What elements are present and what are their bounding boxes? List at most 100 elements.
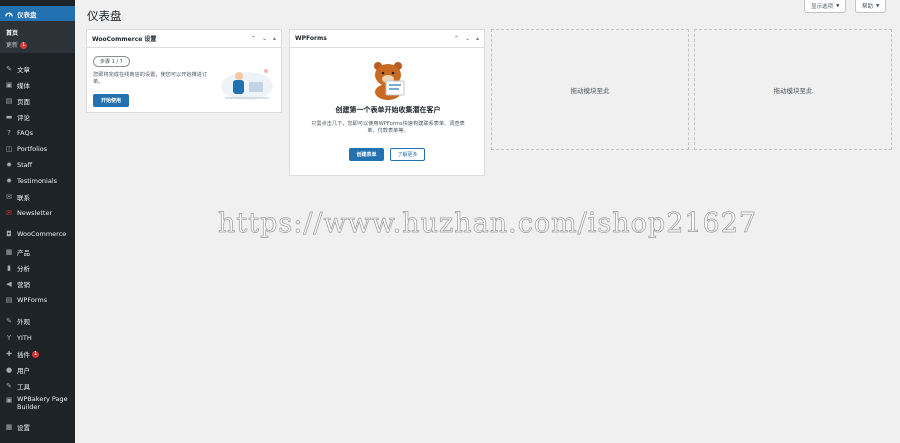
collapse-toggle-icon[interactable]: ▴	[476, 35, 479, 42]
sidebar-item-staff[interactable]: ✸ Staff	[0, 158, 75, 172]
sidebar-item-label: 文章	[17, 66, 30, 74]
sidebar-item-label: 营销	[17, 281, 30, 289]
sidebar-item-analytics[interactable]: ▮ 分析	[0, 261, 75, 275]
pin-icon: ✎	[6, 65, 12, 73]
sidebar-item-label: Staff	[17, 161, 33, 169]
caret-down-icon: ▼	[836, 3, 840, 9]
media-icon: ▣	[5, 81, 13, 89]
sidebar-item-label: 分析	[17, 265, 30, 273]
comment-icon: ▬	[5, 113, 13, 121]
move-up-icon[interactable]: ⌃	[454, 35, 459, 42]
move-down-icon[interactable]: ⌄	[465, 35, 470, 42]
wpforms-bear-mascot-icon	[374, 62, 405, 100]
sidebar-item-wpforms[interactable]: ▤ WPForms	[0, 293, 75, 307]
submenu-updates[interactable]: 更新 1	[6, 40, 28, 49]
widget-title: WooCommerce 设置	[92, 36, 157, 43]
widget-controls: ⌃ ⌄ ▴	[454, 35, 479, 42]
sidebar-item-label: WPForms	[17, 296, 48, 304]
woo-icon: ◘	[6, 230, 12, 238]
sidebar-item-label: 联系	[17, 194, 30, 202]
setup-illustration	[221, 69, 273, 100]
megaphone-icon: ◀	[6, 280, 12, 288]
wrench-icon: ✎	[6, 382, 12, 390]
builder-icon: ▣	[5, 396, 13, 404]
woocommerce-setup-widget: WooCommerce 设置 ⌃ ⌄ ▴ 步骤 1 / 7 您即将完成在线商店的…	[86, 29, 282, 113]
mail-icon: ✉	[6, 193, 12, 201]
sidebar-item-yith[interactable]: Y YITH	[0, 331, 75, 345]
submenu-home[interactable]: 首页	[6, 28, 18, 37]
drop-zone: 拖动模块至此	[694, 29, 892, 150]
forms-icon: ▤	[5, 296, 13, 304]
page-title: 仪表盘	[87, 9, 122, 23]
sidebar-item-plugins[interactable]: ✚ 插件 1	[0, 347, 75, 361]
sidebar-item-label: 工具	[17, 383, 30, 391]
user-icon: ●	[5, 366, 13, 374]
page-icon: ▤	[5, 97, 13, 105]
step-text: 步骤 1 / 7	[100, 59, 123, 65]
sidebar-item-faqs[interactable]: ? FAQs	[0, 126, 75, 140]
sidebar-item-contact[interactable]: ✉ 联系	[0, 190, 75, 204]
sidebar-item-label: Testimonials	[17, 177, 58, 185]
dashboard-submenu: 首页 更新 1	[0, 21, 75, 53]
submenu-updates-label: 更新	[6, 42, 19, 49]
learn-more-button[interactable]: 了解更多	[390, 148, 425, 161]
move-down-icon[interactable]: ⌄	[262, 35, 267, 42]
sidebar-item-label: YITH	[17, 334, 32, 342]
drop-zone-label: 拖动模块至此	[773, 86, 813, 95]
sidebar-item-label: Portfolios	[17, 145, 48, 153]
drop-zone: 拖动模块至此	[491, 29, 689, 150]
testimonial-icon: ✸	[6, 177, 12, 185]
sidebar-item-users[interactable]: ● 用户	[0, 363, 75, 377]
sidebar-item-label: 插件	[17, 351, 30, 359]
sidebar-item-settings[interactable]: ▦ 设置	[0, 420, 75, 434]
sidebar-item-posts[interactable]: ✎ 文章	[0, 62, 75, 76]
watermark: https://www.huzhan.com/ishop21627	[218, 208, 758, 240]
wpforms-heading: 创建第一个表单开始收集潜在客户	[335, 106, 441, 114]
sidebar-item-newsletter[interactable]: ✉ Newsletter	[0, 206, 75, 220]
plugins-badge: 1	[32, 350, 40, 358]
sidebar-item-pages[interactable]: ▤ 页面	[0, 94, 75, 108]
newsletter-icon: ✉	[6, 209, 12, 217]
sidebar-item-label: WPBakery Page Builder	[17, 395, 68, 411]
sidebar-item-label: FAQs	[17, 129, 33, 137]
sidebar-item-wpbakery[interactable]: ▣ WPBakery Page Builder	[0, 395, 75, 417]
step-indicator: 步骤 1 / 7	[93, 56, 130, 67]
sidebar-item-label: 评论	[17, 114, 30, 122]
drop-zone-label: 拖动模块至此	[570, 86, 610, 95]
plugin-icon: ✚	[6, 350, 12, 358]
widget-header: WooCommerce 设置 ⌃ ⌄ ▴	[87, 30, 281, 48]
brush-icon: ✎	[6, 317, 12, 325]
widget-header: WPForms ⌃ ⌄ ▴	[290, 30, 484, 48]
create-form-button[interactable]: 创建表单	[349, 148, 384, 161]
sidebar-item-woocommerce[interactable]: ◘ WooCommerce	[0, 227, 75, 241]
sidebar-item-label: Newsletter	[17, 209, 53, 217]
chart-icon: ▮	[7, 264, 11, 272]
sidebar-item-label: 设置	[17, 424, 30, 432]
sidebar-item-media[interactable]: ▣ 媒体	[0, 78, 75, 92]
portfolio-icon: ◫	[5, 145, 13, 153]
sidebar-item-dashboard[interactable]: 仪表盘	[0, 6, 75, 21]
move-up-icon[interactable]: ⌃	[251, 35, 256, 42]
sidebar-item-appearance[interactable]: ✎ 外观	[0, 314, 75, 328]
sidebar-item-label: 外观	[17, 318, 30, 326]
help-label: 帮助	[862, 4, 874, 10]
screen-options-button[interactable]: 显示选项 ▼	[804, 0, 847, 13]
sidebar-item-portfolios[interactable]: ◫ Portfolios	[0, 142, 75, 156]
setup-description: 您即将完成在线商店的设置，使您可以开始推进订单。	[93, 72, 208, 85]
sidebar-item-label: 页面	[17, 98, 30, 106]
sidebar-item-products[interactable]: ▦ 产品	[0, 245, 75, 259]
sidebar-item-comments[interactable]: ▬ 评论	[0, 110, 75, 124]
yith-icon: Y	[6, 334, 12, 342]
widget-controls: ⌃ ⌄ ▴	[251, 35, 276, 42]
start-setup-button[interactable]: 开始使用	[93, 94, 129, 107]
screen-options-label: 显示选项	[811, 4, 834, 10]
sidebar-item-label: 仪表盘	[17, 10, 37, 19]
collapse-toggle-icon[interactable]: ▴	[273, 35, 276, 42]
sidebar-item-testimonials[interactable]: ✸ Testimonials	[0, 174, 75, 188]
sidebar-item-tools[interactable]: ✎ 工具	[0, 379, 75, 393]
sidebar-item-marketing[interactable]: ◀ 营销	[0, 277, 75, 291]
archive-icon: ▦	[5, 248, 13, 256]
caret-down-icon: ▼	[876, 3, 880, 9]
help-button[interactable]: 帮助 ▼	[855, 0, 887, 13]
admin-sidebar: 仪表盘 首页 更新 1 ✎ 文章 ▣ 媒体 ▤ 页面 ▬ 评论 ? FAQs ◫ Portfo…	[0, 0, 75, 443]
